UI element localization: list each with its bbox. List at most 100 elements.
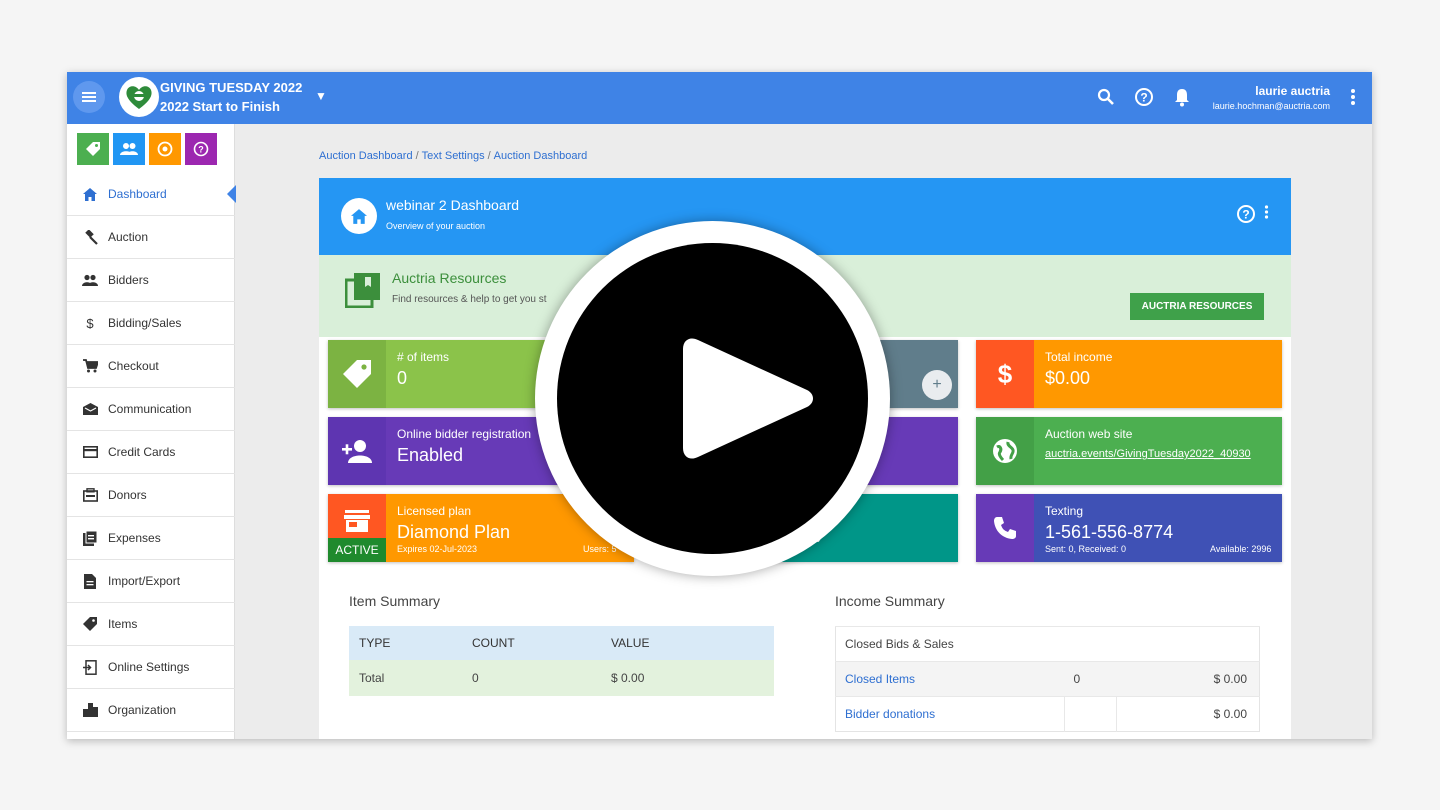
- quick-website-button[interactable]: [149, 133, 181, 165]
- menu-icon: [82, 92, 96, 102]
- resources-subtitle: Find resources & help to get you st: [392, 294, 547, 305]
- gavel-icon: [81, 228, 99, 246]
- user-email: laurie.hochman@auctria.com: [1212, 101, 1330, 111]
- more-vert-icon[interactable]: [1350, 88, 1356, 111]
- svg-text:?: ?: [1140, 91, 1147, 105]
- total-income-tile[interactable]: $ Total income $0.00: [976, 340, 1282, 408]
- sidebar-item-bidding-sales[interactable]: $ Bidding/Sales: [67, 302, 235, 345]
- svg-text:?: ?: [1242, 208, 1249, 222]
- sidebar-item-dashboard[interactable]: Dashboard: [67, 173, 236, 216]
- table-cell: $ 0.00: [1116, 661, 1260, 697]
- sidebar-item-label: Checkout: [108, 359, 159, 373]
- sidebar-item-auction[interactable]: Auction: [67, 216, 235, 259]
- table-cell: 0: [1064, 661, 1117, 697]
- sidebar-item-online-settings[interactable]: Online Settings: [67, 646, 235, 689]
- tile-label: Total income: [1045, 350, 1113, 364]
- table-cell-link[interactable]: Total: [349, 660, 462, 696]
- sidebar-item-items[interactable]: Items: [67, 603, 235, 646]
- auctria-resources-button[interactable]: AUCTRIA RESOURCES: [1130, 293, 1264, 320]
- table-cell: [1064, 696, 1117, 732]
- breadcrumb-item[interactable]: Auction Dashboard: [319, 150, 413, 162]
- person-add-icon: [328, 417, 386, 485]
- sidebar-item-expenses[interactable]: Expenses: [67, 517, 235, 560]
- more-vert-icon[interactable]: [1264, 205, 1269, 224]
- tile-label: Licensed plan: [397, 504, 472, 518]
- top-bar: GIVING TUESDAY 2022 2022 Start to Finish…: [67, 72, 1372, 124]
- income-summary-title: Income Summary: [835, 593, 945, 609]
- sidebar-item-checkout[interactable]: Checkout: [67, 345, 235, 388]
- video-play-button[interactable]: [535, 221, 890, 576]
- sidebar-item-bidders[interactable]: Bidders: [67, 259, 235, 302]
- globe-icon: [976, 417, 1034, 485]
- phone-icon: [976, 494, 1034, 562]
- item-summary-title: Item Summary: [349, 593, 441, 609]
- file-icon: [81, 572, 99, 590]
- auction-website-tile[interactable]: Auction web site auctria.events/GivingTu…: [976, 417, 1282, 485]
- tile-label: # of items: [397, 350, 450, 364]
- sidebar-item-label: Communication: [108, 402, 192, 416]
- help-icon: ?: [193, 141, 209, 157]
- texting-tile[interactable]: Texting 1-561-556-8774 Sent: 0, Received…: [976, 494, 1282, 562]
- bell-icon[interactable]: [1171, 86, 1193, 108]
- people-icon: [81, 271, 99, 289]
- active-badge: ACTIVE: [328, 538, 386, 562]
- people-icon: [120, 143, 138, 155]
- sidebar-item-label: Credit Cards: [108, 445, 176, 459]
- quick-items-button[interactable]: [77, 133, 109, 165]
- sidebar-item-donors[interactable]: Donors: [67, 474, 235, 517]
- sidebar-item-organization[interactable]: Organization: [67, 689, 235, 732]
- sidebar-item-label: Items: [108, 617, 138, 631]
- table-cell-link[interactable]: Closed Items: [835, 661, 1065, 697]
- user-name: laurie auctria: [1255, 84, 1330, 98]
- column-header: VALUE: [601, 626, 774, 660]
- add-button[interactable]: +: [922, 370, 952, 400]
- tag-icon: [81, 615, 99, 633]
- search-icon[interactable]: [1095, 86, 1117, 108]
- quick-actions: ?: [77, 133, 217, 165]
- tile-value: 0: [397, 368, 408, 388]
- sidebar-item-communication[interactable]: Communication: [67, 388, 235, 431]
- sidebar: ? Dashboard Auction Bidders $ Bidding/Sa…: [67, 124, 236, 739]
- section-label: Closed Bids & Sales: [835, 626, 1260, 662]
- breadcrumb-item[interactable]: Text Settings: [422, 150, 485, 162]
- receipt-icon: [81, 529, 99, 547]
- item-summary-table: TYPE COUNT VALUE Total 0 $ 0.00: [349, 626, 774, 696]
- login-icon: [81, 658, 99, 676]
- dollar-icon: $: [976, 340, 1034, 408]
- breadcrumb-item[interactable]: Auction Dashboard: [494, 150, 588, 162]
- texting-number: 1-561-556-8774: [1045, 522, 1174, 542]
- table-row: Total 0 $ 0.00: [349, 660, 774, 696]
- quick-help-button[interactable]: ?: [185, 133, 217, 165]
- sidebar-item-credit-cards[interactable]: Credit Cards: [67, 431, 235, 474]
- texting-stats: Sent: 0, Received: 0: [1045, 544, 1127, 554]
- event-name: GIVING TUESDAY 2022: [160, 80, 303, 95]
- play-button-disc: [557, 243, 868, 554]
- library-books-icon: [344, 272, 381, 313]
- sidebar-item-import-export[interactable]: Import/Export: [67, 560, 235, 603]
- table-row: Bidder donations $ 0.00: [835, 696, 1260, 732]
- plan-expiry: Expires 02-Jul-2023: [397, 544, 478, 554]
- caret-down-icon[interactable]: ▼: [315, 89, 327, 103]
- quick-bidders-button[interactable]: [113, 133, 145, 165]
- tile-label: Online bidder registration: [397, 427, 532, 441]
- sidebar-item-label: Donors: [108, 488, 147, 502]
- page-title: webinar 2 Dashboard: [386, 197, 520, 213]
- event-selector[interactable]: GIVING TUESDAY 2022 2022 Start to Finish: [160, 78, 302, 116]
- heart-logo-icon: [126, 86, 152, 109]
- help-icon[interactable]: ?: [1133, 86, 1155, 108]
- column-header: TYPE: [349, 626, 462, 660]
- item-summary-card: Item Summary TYPE COUNT VALUE Total 0 $ …: [319, 571, 797, 739]
- credit-card-icon: [81, 443, 99, 461]
- hamburger-menu-button[interactable]: [73, 81, 105, 113]
- income-summary-table: Closed Bids & Sales Closed Items 0 $ 0.0…: [835, 626, 1260, 732]
- home-icon: [81, 185, 99, 203]
- breadcrumb-separator: /: [487, 150, 491, 162]
- dollar-icon: $: [86, 315, 94, 331]
- resources-title: Auctria Resources: [392, 270, 507, 286]
- help-icon[interactable]: ?: [1236, 204, 1256, 229]
- user-menu[interactable]: laurie auctria laurie.hochman@auctria.co…: [1213, 84, 1330, 111]
- breadcrumb: Auction Dashboard / Text Settings / Auction …: [319, 150, 587, 162]
- texting-available: Available: 2996: [1210, 544, 1272, 554]
- table-cell-link[interactable]: Bidder donations: [835, 696, 1065, 732]
- auction-website-link[interactable]: auctria.events/GivingTuesday2022_40930: [1045, 448, 1251, 460]
